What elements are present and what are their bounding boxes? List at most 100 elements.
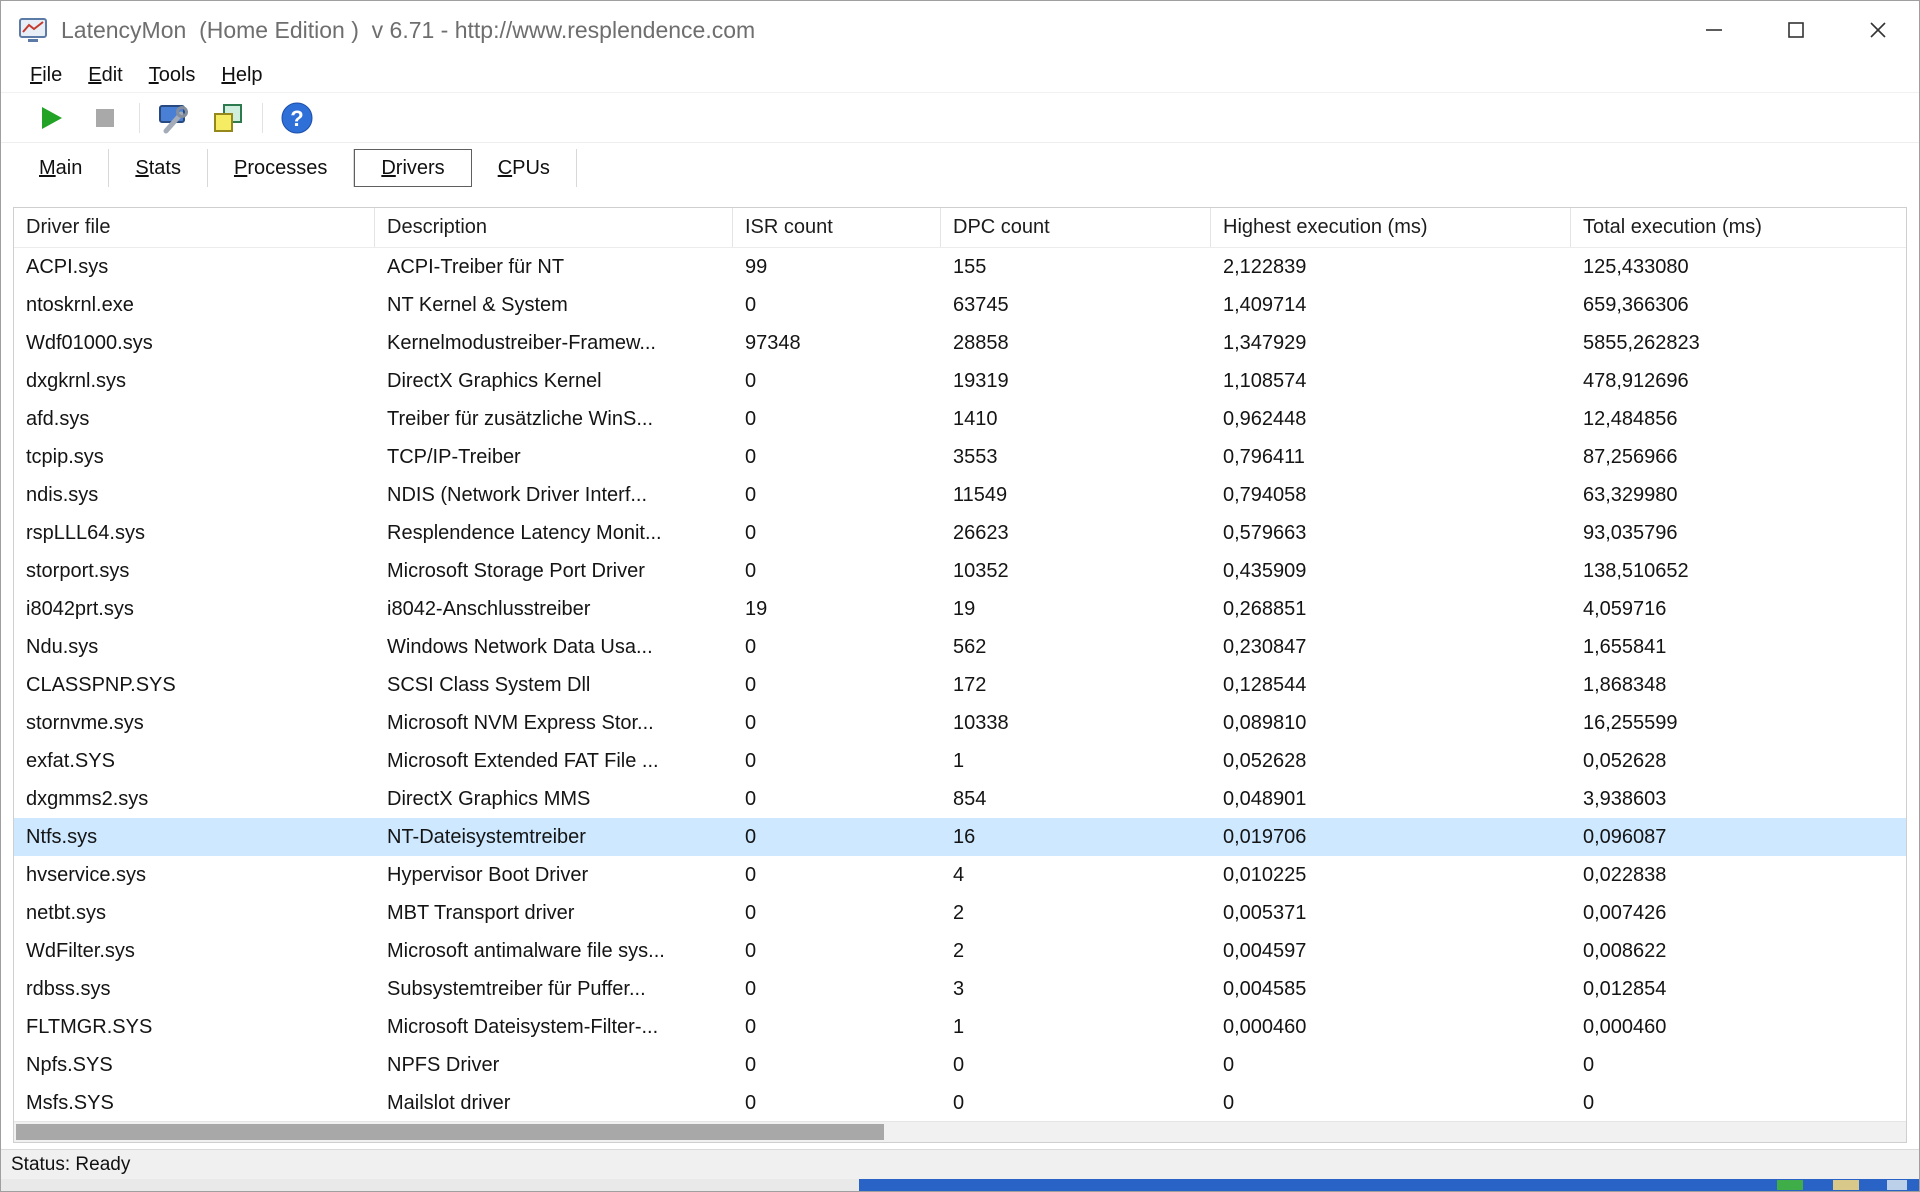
table-row[interactable]: ndis.sysNDIS (Network Driver Interf...01… — [14, 476, 1906, 514]
menu-item-tools[interactable]: Tools — [136, 64, 209, 87]
cell-isr-count: 19 — [733, 590, 941, 628]
cell-dpc-count: 0 — [941, 1084, 1211, 1121]
taskbar-sliver-blue[interactable] — [859, 1179, 1919, 1191]
cell-total-execution: 0,052628 — [1571, 742, 1906, 780]
cell-driver-file: FLTMGR.SYS — [14, 1008, 375, 1046]
table-row[interactable]: i8042prt.sysi8042-Anschlusstreiber19190,… — [14, 590, 1906, 628]
cell-description: Mailslot driver — [375, 1084, 733, 1121]
menu-item-file[interactable]: File — [17, 64, 75, 87]
table-row[interactable]: dxgkrnl.sysDirectX Graphics Kernel019319… — [14, 362, 1906, 400]
cell-highest-execution: 0,010225 — [1211, 856, 1571, 894]
cell-total-execution: 0,007426 — [1571, 894, 1906, 932]
cell-isr-count: 0 — [733, 780, 941, 818]
cell-isr-count: 0 — [733, 666, 941, 704]
column-header-highest-execution[interactable]: Highest execution (ms) — [1211, 208, 1571, 247]
cell-highest-execution: 1,108574 — [1211, 362, 1571, 400]
cell-description: Hypervisor Boot Driver — [375, 856, 733, 894]
tab-cpus[interactable]: CPUs — [472, 149, 577, 187]
stop-monitor-button[interactable] — [85, 98, 125, 138]
table-row[interactable]: ntoskrnl.exeNT Kernel & System0637451,40… — [14, 286, 1906, 324]
cell-isr-count: 0 — [733, 704, 941, 742]
cell-total-execution: 4,059716 — [1571, 590, 1906, 628]
cell-isr-count: 0 — [733, 894, 941, 932]
cell-dpc-count: 19 — [941, 590, 1211, 628]
table-row[interactable]: Ndu.sysWindows Network Data Usa...05620,… — [14, 628, 1906, 666]
cell-description: DirectX Graphics Kernel — [375, 362, 733, 400]
cell-highest-execution: 0,794058 — [1211, 476, 1571, 514]
svg-text:?: ? — [290, 106, 303, 131]
maximize-button[interactable] — [1755, 1, 1837, 59]
cell-dpc-count: 172 — [941, 666, 1211, 704]
table-row[interactable]: exfat.SYSMicrosoft Extended FAT File ...… — [14, 742, 1906, 780]
menu-item-help[interactable]: Help — [208, 64, 275, 87]
cell-dpc-count: 3553 — [941, 438, 1211, 476]
cell-total-execution: 125,433080 — [1571, 248, 1906, 286]
horizontal-scrollbar-thumb[interactable] — [16, 1124, 884, 1140]
menu-item-edit[interactable]: Edit — [75, 64, 135, 87]
table-row[interactable]: WdFilter.sysMicrosoft antimalware file s… — [14, 932, 1906, 970]
report-button[interactable] — [208, 98, 248, 138]
cell-total-execution: 1,868348 — [1571, 666, 1906, 704]
table-row[interactable]: hvservice.sysHypervisor Boot Driver040,0… — [14, 856, 1906, 894]
minimize-icon — [1703, 19, 1725, 41]
cell-description: Microsoft NVM Express Stor... — [375, 704, 733, 742]
tab-drivers[interactable]: Drivers — [354, 149, 471, 187]
table-row[interactable]: Wdf01000.sysKernelmodustreiber-Framew...… — [14, 324, 1906, 362]
table-row[interactable]: afd.sysTreiber für zusätzliche WinS...01… — [14, 400, 1906, 438]
tab-processes[interactable]: Processes — [208, 149, 354, 187]
tab-stats[interactable]: Stats — [109, 149, 208, 187]
cell-total-execution: 0,096087 — [1571, 818, 1906, 856]
title-bar[interactable]: LatencyMon (Home Edition ) v 6.71 - http… — [1, 1, 1919, 59]
cell-highest-execution: 0,230847 — [1211, 628, 1571, 666]
table-row[interactable]: netbt.sysMBT Transport driver020,0053710… — [14, 894, 1906, 932]
table-row[interactable]: Npfs.SYSNPFS Driver0000 — [14, 1046, 1906, 1084]
table-row[interactable]: rdbss.sysSubsystemtreiber für Puffer...0… — [14, 970, 1906, 1008]
cell-highest-execution: 0,000460 — [1211, 1008, 1571, 1046]
column-header-total-execution[interactable]: Total execution (ms) — [1571, 208, 1906, 247]
table-row[interactable]: FLTMGR.SYSMicrosoft Dateisystem-Filter-.… — [14, 1008, 1906, 1046]
table-row[interactable]: Ntfs.sysNT-Dateisystemtreiber0160,019706… — [14, 818, 1906, 856]
options-button[interactable] — [154, 98, 194, 138]
cell-description: Kernelmodustreiber-Framew... — [375, 324, 733, 362]
cell-driver-file: dxgmms2.sys — [14, 780, 375, 818]
table-row[interactable]: tcpip.sysTCP/IP-Treiber035530,79641187,2… — [14, 438, 1906, 476]
table-row[interactable]: storport.sysMicrosoft Storage Port Drive… — [14, 552, 1906, 590]
cell-description: Resplendence Latency Monit... — [375, 514, 733, 552]
cell-dpc-count: 10338 — [941, 704, 1211, 742]
table-row[interactable]: CLASSPNP.SYSSCSI Class System Dll01720,1… — [14, 666, 1906, 704]
help-button[interactable]: ? — [277, 98, 317, 138]
cell-driver-file: storport.sys — [14, 552, 375, 590]
cell-description: Microsoft antimalware file sys... — [375, 932, 733, 970]
menu-edit-mnemonic: E — [88, 64, 101, 86]
toolbar-separator — [139, 103, 140, 133]
cell-isr-count: 0 — [733, 856, 941, 894]
listview-header: Driver file Description ISR count DPC co… — [14, 208, 1906, 248]
cell-driver-file: ACPI.sys — [14, 248, 375, 286]
column-header-driver-file[interactable]: Driver file — [14, 208, 375, 247]
horizontal-scrollbar[interactable] — [14, 1121, 1906, 1142]
table-row[interactable]: stornvme.sysMicrosoft NVM Express Stor..… — [14, 704, 1906, 742]
cell-highest-execution: 0,579663 — [1211, 514, 1571, 552]
cell-total-execution: 0,000460 — [1571, 1008, 1906, 1046]
cell-driver-file: Npfs.SYS — [14, 1046, 375, 1084]
cell-isr-count: 0 — [733, 970, 941, 1008]
close-button[interactable] — [1837, 1, 1919, 59]
cell-driver-file: Wdf01000.sys — [14, 324, 375, 362]
table-row[interactable]: Msfs.SYSMailslot driver0000 — [14, 1084, 1906, 1121]
menu-tools-rest: ools — [159, 64, 196, 86]
tab-main[interactable]: Main — [13, 149, 109, 187]
cell-isr-count: 0 — [733, 628, 941, 666]
column-header-description[interactable]: Description — [375, 208, 733, 247]
start-monitor-button[interactable] — [31, 98, 71, 138]
column-header-dpc-count[interactable]: DPC count — [941, 208, 1211, 247]
table-row[interactable]: ACPI.sysACPI-Treiber für NT991552,122839… — [14, 248, 1906, 286]
app-icon — [17, 14, 49, 46]
table-row[interactable]: dxgmms2.sysDirectX Graphics MMS08540,048… — [14, 780, 1906, 818]
table-row[interactable]: rspLLL64.sysResplendence Latency Monit..… — [14, 514, 1906, 552]
table-body: ACPI.sysACPI-Treiber für NT991552,122839… — [14, 248, 1906, 1121]
cell-total-execution: 63,329980 — [1571, 476, 1906, 514]
cell-driver-file: rdbss.sys — [14, 970, 375, 1008]
taskbar-icon — [1777, 1180, 1803, 1190]
minimize-button[interactable] — [1673, 1, 1755, 59]
column-header-isr-count[interactable]: ISR count — [733, 208, 941, 247]
